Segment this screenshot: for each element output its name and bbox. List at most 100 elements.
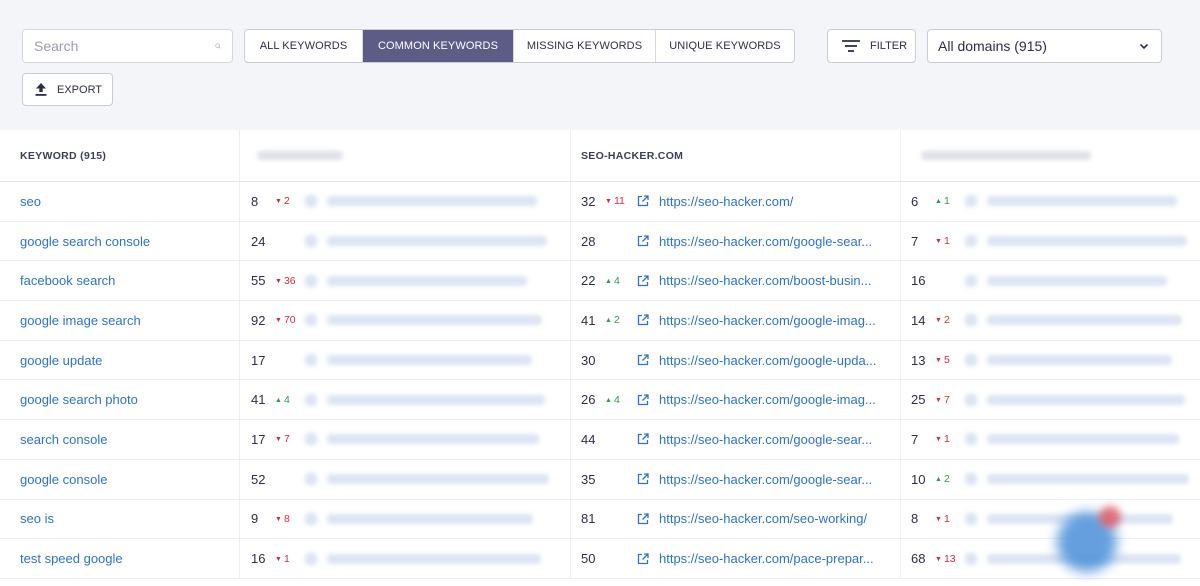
rank-change-value: 2 — [613, 314, 620, 327]
external-link-icon[interactable] — [637, 354, 649, 366]
keyword-link[interactable]: seo is — [0, 499, 240, 539]
export-icon — [35, 83, 47, 96]
domain-3-cell: 8 ▼ 1 — [901, 500, 1200, 539]
arrow-up-icon: ▲ — [275, 396, 282, 404]
rank-position: 52 — [251, 471, 266, 487]
external-link-icon[interactable] — [637, 394, 649, 406]
external-link-icon — [965, 314, 977, 327]
external-link-icon[interactable] — [637, 513, 649, 525]
external-link-icon[interactable] — [637, 433, 649, 445]
rank-change: ▲ 2 — [605, 314, 635, 326]
domain-3-cell: 68 ▼ 13 — [901, 539, 1200, 578]
external-link-icon[interactable] — [637, 235, 649, 247]
external-link-icon — [965, 433, 977, 446]
external-link-icon — [305, 235, 317, 248]
external-link-icon[interactable] — [637, 195, 649, 207]
redacted-domain-name — [921, 151, 1091, 160]
tab-unique-keywords[interactable]: UNIQUE KEYWORDS — [656, 30, 794, 62]
column-header-domain-3-redacted[interactable] — [901, 130, 1200, 181]
external-link-icon — [965, 512, 977, 525]
external-link-icon[interactable] — [637, 473, 649, 485]
search-box[interactable] — [22, 29, 233, 63]
domain-1-cell: 55 ▼ 36 — [240, 261, 571, 301]
ranking-url-link[interactable]: https://seo-hacker.com/google-sear... — [659, 432, 887, 447]
keyword-link[interactable]: seo — [0, 182, 240, 221]
redacted-url — [327, 315, 542, 326]
arrow-down-icon: ▼ — [275, 198, 282, 206]
external-link-icon[interactable] — [637, 552, 649, 565]
rank-change-value: 4 — [613, 274, 620, 287]
tab-common-keywords[interactable]: COMMON KEYWORDS — [363, 30, 514, 62]
rank-position: 25 — [911, 392, 926, 408]
rank-position: 28 — [581, 233, 596, 249]
rank-change: ▲ 1 — [935, 195, 965, 207]
column-header-keyword[interactable]: KEYWORD (915) — [0, 130, 240, 181]
rank-position: 44 — [581, 431, 596, 447]
rank-change: ▼ 11 — [605, 195, 635, 207]
redacted-url — [327, 474, 549, 485]
search-input[interactable] — [34, 38, 215, 54]
rank-change-value: 8 — [283, 512, 290, 525]
domain-1-cell: 9 ▼ 8 — [240, 499, 571, 539]
keyword-link[interactable]: test speed google — [0, 539, 240, 578]
rank-position: 14 — [911, 312, 926, 328]
keyword-link[interactable]: google search console — [0, 221, 240, 261]
ranking-url-link[interactable]: https://seo-hacker.com/google-imag... — [659, 313, 887, 328]
tab-all-keywords[interactable]: ALL KEYWORDS — [245, 30, 363, 62]
ranking-url-link[interactable]: https://seo-hacker.com/google-upda... — [659, 353, 887, 368]
keyword-link[interactable]: google image search — [0, 301, 240, 340]
table-header: KEYWORD (915) SEO-HACKER.COM — [0, 130, 1200, 182]
ranking-url-link[interactable]: https://seo-hacker.com/boost-busin... — [659, 273, 887, 288]
keyword-link[interactable]: google console — [0, 459, 240, 499]
redacted-url — [327, 553, 541, 564]
external-link-icon — [305, 512, 317, 525]
ranking-url-link[interactable]: https://seo-hacker.com/google-imag... — [659, 392, 887, 407]
redacted-url — [327, 434, 539, 445]
redacted-url — [327, 394, 545, 405]
rank-change: ▼ 7 — [935, 394, 965, 406]
rank-change: ▼ 5 — [935, 354, 965, 366]
rank-position: 35 — [581, 471, 596, 487]
redacted-url — [327, 355, 532, 366]
search-icon[interactable] — [215, 39, 221, 53]
external-link-icon[interactable] — [637, 314, 649, 326]
keyword-link[interactable]: google search photo — [0, 380, 240, 420]
external-link-icon — [965, 235, 977, 248]
keyword-link[interactable]: search console — [0, 420, 240, 459]
toolbar: ALL KEYWORDS COMMON KEYWORDS MISSING KEY… — [0, 0, 1200, 130]
rank-change: ▲ 2 — [935, 473, 965, 485]
column-header-domain-2[interactable]: SEO-HACKER.COM — [571, 130, 901, 181]
domain-1-cell: 16 ▼ 1 — [240, 539, 571, 578]
domain-select[interactable]: All domains (915) — [927, 29, 1162, 63]
ranking-url-link[interactable]: https://seo-hacker.com/ — [659, 194, 887, 209]
rank-change: ▼ 70 — [275, 314, 305, 326]
keyword-link[interactable]: facebook search — [0, 261, 240, 301]
arrow-up-icon: ▲ — [605, 317, 612, 325]
domain-1-cell: 24 — [240, 221, 571, 261]
ranking-url-link[interactable]: https://seo-hacker.com/google-sear... — [659, 472, 887, 487]
rank-position: 32 — [581, 193, 596, 209]
ranking-url-link[interactable]: https://seo-hacker.com/seo-working/ — [659, 511, 887, 526]
tab-missing-keywords[interactable]: MISSING KEYWORDS — [514, 30, 656, 62]
rank-change: ▼ 2 — [275, 195, 305, 207]
rank-position: 16 — [911, 273, 926, 289]
filter-button[interactable]: FILTER — [827, 29, 916, 63]
rank-change-value: 5 — [943, 354, 950, 367]
rank-position: 24 — [251, 233, 266, 249]
redacted-url — [987, 196, 1177, 207]
table-body: seo 8 ▼ 2 32 ▼ 11 https://seo-hacker.com/6 ▲ 1 goo… — [0, 182, 1200, 579]
external-link-icon[interactable] — [637, 275, 649, 287]
rank-position: 7 — [911, 431, 919, 447]
domain-1-cell: 41 ▲ 4 — [240, 380, 571, 420]
domain-3-cell: 7 ▼ 1 — [901, 420, 1200, 459]
ranking-url-link[interactable]: https://seo-hacker.com/google-sear... — [659, 234, 887, 249]
ranking-url-link[interactable]: https://seo-hacker.com/pace-prepar... — [659, 551, 887, 566]
rank-change-value: 7 — [283, 433, 290, 446]
external-link-icon — [305, 274, 317, 287]
column-header-domain-1-redacted[interactable] — [240, 130, 571, 181]
table-row: facebook search 55 ▼ 36 22 ▲ 4 https://seo-hack… — [0, 261, 1200, 302]
keyword-link[interactable]: google update — [0, 340, 240, 380]
rank-position: 26 — [581, 392, 596, 408]
export-button[interactable]: EXPORT — [22, 73, 113, 106]
rank-position: 22 — [581, 273, 596, 289]
